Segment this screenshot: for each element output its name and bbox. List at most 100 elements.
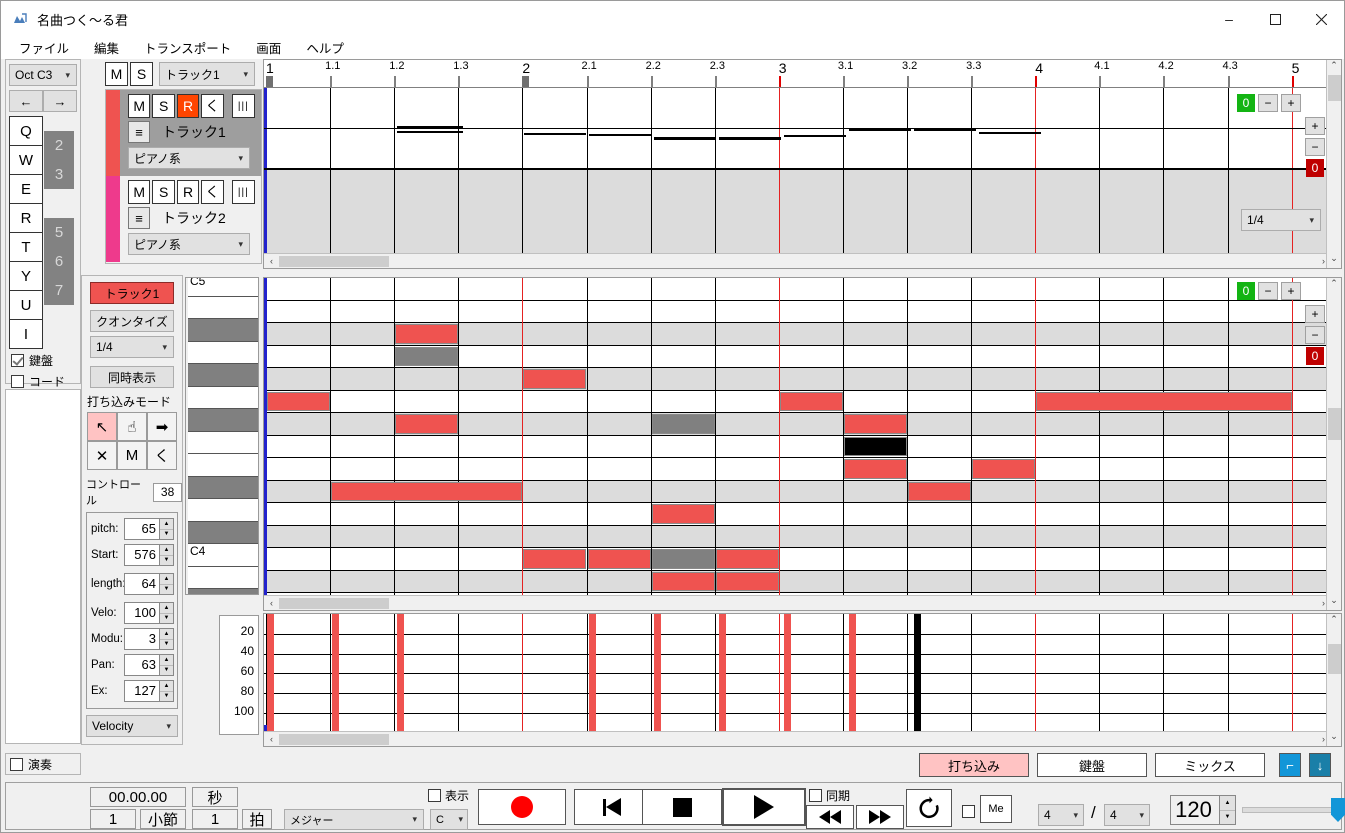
track-mute-button[interactable]: M bbox=[128, 94, 151, 118]
scroll-up-icon[interactable]: ⌃ bbox=[1327, 60, 1341, 75]
scroll-down-icon[interactable]: ⌄ bbox=[1327, 595, 1341, 610]
quantize-select[interactable]: 1/4 ▾ bbox=[90, 336, 174, 358]
loop-button[interactable] bbox=[906, 789, 952, 827]
forward-button[interactable] bbox=[856, 805, 904, 829]
go-to-start-button[interactable] bbox=[574, 789, 650, 825]
record-button[interactable] bbox=[478, 789, 566, 825]
piano-key-black-2[interactable] bbox=[188, 319, 258, 342]
tempo-value[interactable]: 120 bbox=[1171, 796, 1219, 824]
velocity-grid[interactable] bbox=[264, 614, 1327, 733]
arrangement-hscrollbar[interactable]: ‹ › bbox=[264, 253, 1327, 268]
chord-checkbox-row[interactable]: コード bbox=[11, 373, 80, 390]
piano-key-C5[interactable]: C5 bbox=[188, 278, 258, 297]
header-solo-button[interactable]: S bbox=[130, 62, 153, 86]
track-row[interactable]: M S R く ||| ≡ トラック2 ピアノ系 ▾ bbox=[106, 176, 261, 262]
pianoroll-vscrollbar[interactable]: ⌃ ⌄ bbox=[1326, 278, 1341, 610]
piano-roll-note[interactable] bbox=[843, 414, 907, 434]
piano-roll-grid[interactable] bbox=[264, 278, 1327, 596]
piano-key-black-11[interactable] bbox=[188, 521, 258, 544]
scroll-left-icon[interactable]: ‹ bbox=[264, 598, 279, 608]
piano-roll-note[interactable] bbox=[651, 549, 715, 569]
track-row[interactable]: M S R く ||| ≡ トラック1 ピアノ系 ▾ bbox=[106, 90, 261, 176]
sync-checkbox[interactable] bbox=[809, 789, 822, 802]
arrangement-note[interactable] bbox=[784, 135, 846, 137]
white-key-q[interactable]: Q bbox=[9, 116, 43, 146]
piano-roll-row[interactable] bbox=[264, 436, 1327, 458]
velocity-bar[interactable] bbox=[397, 614, 404, 733]
piano-roll-note[interactable] bbox=[331, 481, 523, 501]
arrangement-vzoom-plus[interactable]: + bbox=[1305, 117, 1325, 135]
white-key-w[interactable]: W bbox=[9, 145, 43, 175]
track-instrument-select[interactable]: ピアノ系 ▾ bbox=[128, 147, 250, 169]
piano-key-white-1[interactable] bbox=[188, 296, 258, 319]
piano-key-white-5[interactable] bbox=[188, 386, 258, 409]
arrangement-note[interactable] bbox=[524, 133, 586, 135]
scale-select[interactable]: メジャー ▾ bbox=[284, 809, 424, 830]
track-back-button[interactable]: く bbox=[201, 180, 224, 204]
arrangement-vscrollbar[interactable]: ⌃ ⌄ bbox=[1326, 60, 1341, 268]
length-value[interactable]: 64 bbox=[125, 574, 159, 594]
velocity-hscrollbar[interactable]: ‹ › bbox=[264, 731, 1327, 746]
pitch-stepper[interactable]: 65 ▲ ▼ bbox=[124, 518, 174, 540]
metronome-checkbox[interactable] bbox=[962, 805, 975, 818]
vscroll-thumb[interactable] bbox=[1328, 75, 1341, 101]
black-key-3[interactable]: 3 bbox=[44, 160, 74, 189]
scroll-right-icon[interactable]: › bbox=[1322, 256, 1325, 266]
piano-key-white-3[interactable] bbox=[188, 341, 258, 364]
piano-roll-note[interactable] bbox=[779, 391, 843, 411]
white-key-t[interactable]: T bbox=[9, 232, 43, 262]
pitch-arrows[interactable]: ▲ ▼ bbox=[159, 519, 173, 539]
modulation-stepper[interactable]: 3 ▲ ▼ bbox=[124, 628, 174, 650]
key-select[interactable]: C ▾ bbox=[430, 809, 468, 830]
track-solo-button[interactable]: S bbox=[152, 94, 175, 118]
velocity-value[interactable]: 100 bbox=[125, 603, 159, 623]
track-record-button[interactable]: R bbox=[176, 180, 200, 204]
black-key-7[interactable]: 7 bbox=[44, 276, 74, 305]
stop-button[interactable] bbox=[642, 789, 722, 825]
keyboard-checkbox-row[interactable]: 鍵盤 bbox=[11, 352, 80, 369]
modulation-arrows[interactable]: ▲ ▼ bbox=[159, 629, 173, 649]
tab-mix[interactable]: ミックス bbox=[1155, 753, 1265, 777]
volume-slider[interactable] bbox=[1242, 798, 1345, 822]
scroll-left-icon[interactable]: ‹ bbox=[264, 734, 279, 744]
metronome-button[interactable]: Me bbox=[980, 795, 1012, 823]
quantize-button[interactable]: クオンタイズ bbox=[90, 310, 174, 332]
menu-view[interactable]: 画面 bbox=[256, 36, 294, 59]
simultaneous-display-button[interactable]: 同時表示 bbox=[90, 366, 174, 388]
volume-slider-thumb[interactable] bbox=[1331, 798, 1345, 822]
pianoroll-vzoom-plus[interactable]: + bbox=[1305, 305, 1325, 323]
octave-next-button[interactable]: → bbox=[43, 90, 77, 112]
velocity-bar[interactable] bbox=[849, 614, 856, 733]
play-checkbox-row[interactable]: 演奏 bbox=[5, 753, 81, 775]
arrangement-note[interactable] bbox=[914, 128, 976, 131]
piano-roll-row[interactable] bbox=[264, 301, 1327, 323]
track-instrument-select[interactable]: ピアノ系 ▾ bbox=[128, 233, 250, 255]
piano-roll-note[interactable] bbox=[715, 549, 779, 569]
menu-file[interactable]: ファイル bbox=[19, 36, 82, 59]
piano-roll-note[interactable] bbox=[651, 414, 715, 434]
download-icon[interactable]: ↓ bbox=[1309, 753, 1331, 777]
display-checkbox[interactable] bbox=[428, 789, 441, 802]
menu-edit[interactable]: 編集 bbox=[94, 36, 132, 59]
track-eq-button[interactable]: ≡ bbox=[128, 121, 150, 143]
scroll-right-icon[interactable]: › bbox=[1322, 734, 1325, 744]
tempo-stepper[interactable]: 120 ▲ ▼ bbox=[1170, 795, 1236, 825]
piano-roll-note[interactable] bbox=[587, 549, 651, 569]
modulation-value[interactable]: 3 bbox=[125, 629, 159, 649]
hand-icon[interactable]: ☝ bbox=[117, 412, 147, 441]
vscroll-thumb[interactable] bbox=[1328, 644, 1341, 674]
piano-roll-row[interactable] bbox=[264, 525, 1327, 548]
header-mute-button[interactable]: M bbox=[105, 62, 128, 86]
arrangement-lane-track2[interactable] bbox=[264, 168, 1327, 253]
sync-checkbox-row[interactable]: 同期 bbox=[809, 787, 850, 804]
track-solo-button[interactable]: S bbox=[152, 180, 175, 204]
velocity-bar[interactable] bbox=[914, 614, 921, 733]
arrangement-note[interactable] bbox=[719, 137, 781, 140]
tempo-arrows[interactable]: ▲ ▼ bbox=[1219, 796, 1235, 824]
scroll-left-icon[interactable]: ‹ bbox=[264, 256, 279, 266]
velocity-bar[interactable] bbox=[267, 614, 274, 733]
time-signature-numerator[interactable]: 4 ▾ bbox=[1038, 804, 1084, 826]
velocity-bar[interactable] bbox=[589, 614, 596, 733]
piano-roll-note[interactable] bbox=[715, 571, 779, 591]
velocity-bar[interactable] bbox=[784, 614, 791, 733]
